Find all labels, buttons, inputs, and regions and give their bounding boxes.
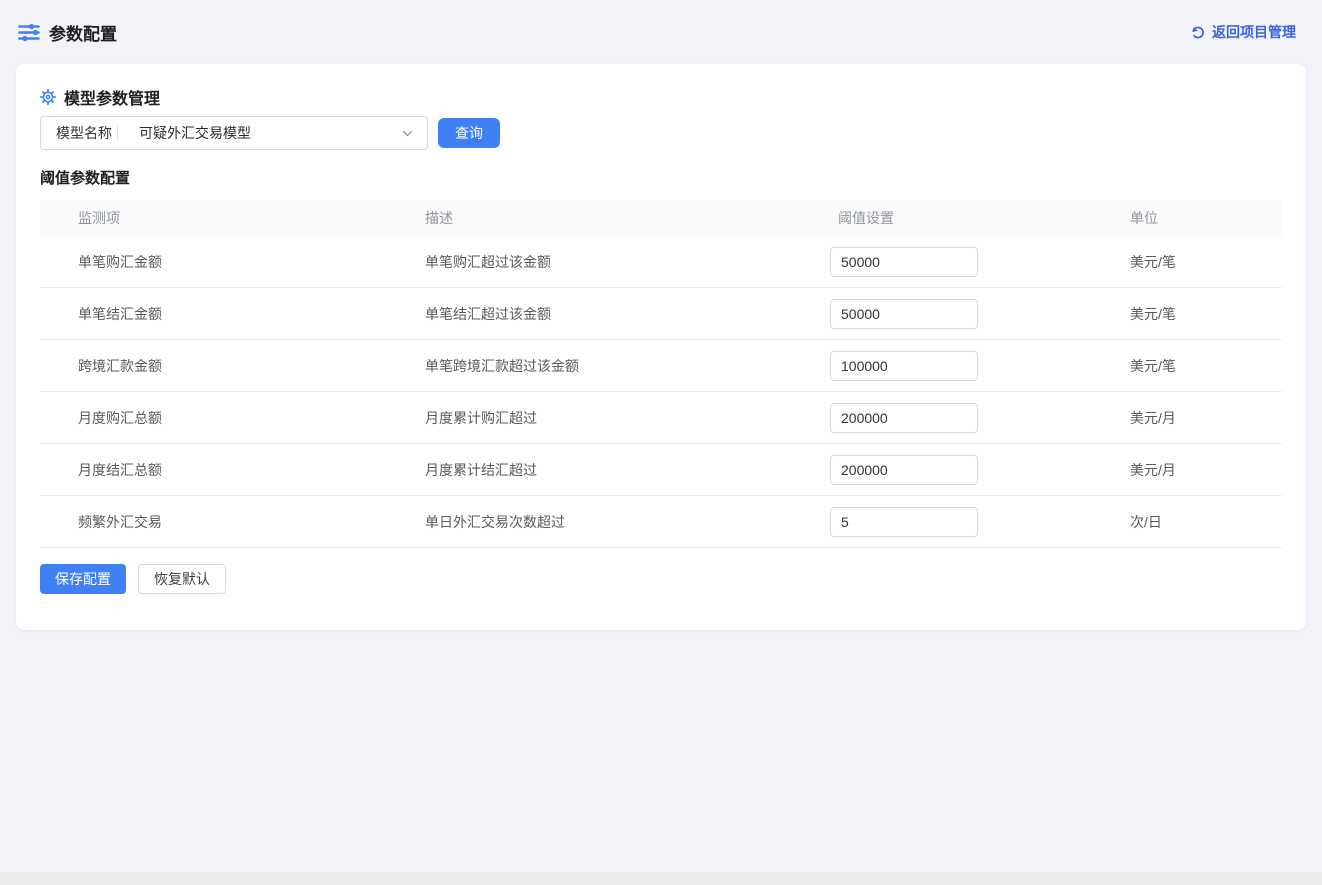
- description-cell: 单笔购汇超过该金额: [425, 252, 830, 272]
- monitor-item-cell: 单笔结汇金额: [40, 304, 425, 324]
- model-select-value: 可疑外汇交易模型: [139, 123, 401, 143]
- table-row: 月度购汇总额 月度累计购汇超过 美元/月: [40, 392, 1282, 444]
- table-row: 跨境汇款金额 单笔跨境汇款超过该金额 美元/笔: [40, 340, 1282, 392]
- threshold-input[interactable]: [830, 403, 978, 433]
- table-row: 月度结汇总额 月度累计结汇超过 美元/月: [40, 444, 1282, 496]
- table-row: 单笔购汇金额 单笔购汇超过该金额 美元/笔: [40, 236, 1282, 288]
- threshold-input[interactable]: [830, 299, 978, 329]
- description-cell: 单笔结汇超过该金额: [425, 304, 830, 324]
- back-link-label: 返回项目管理: [1212, 22, 1296, 42]
- unit-cell: 美元/笔: [1130, 356, 1282, 376]
- description-cell: 月度累计购汇超过: [425, 408, 830, 428]
- threshold-cell: [830, 507, 1130, 537]
- unit-cell: 次/日: [1130, 512, 1282, 532]
- threshold-section-title: 阈值参数配置: [40, 170, 1282, 188]
- col-header-monitor-item: 监测项: [40, 208, 425, 228]
- panel-title: 模型参数管理: [64, 85, 160, 109]
- back-icon: [1190, 25, 1205, 40]
- unit-cell: 美元/笔: [1130, 252, 1282, 272]
- page-header: 参数配置 返回项目管理: [0, 0, 1322, 64]
- threshold-input[interactable]: [830, 455, 978, 485]
- threshold-input[interactable]: [830, 351, 978, 381]
- query-button[interactable]: 查询: [438, 118, 500, 148]
- threshold-cell: [830, 351, 1130, 381]
- table-row: 单笔结汇金额 单笔结汇超过该金额 美元/笔: [40, 288, 1282, 340]
- threshold-cell: [830, 403, 1130, 433]
- description-cell: 单笔跨境汇款超过该金额: [425, 356, 830, 376]
- model-select-label: 模型名称: [56, 123, 112, 143]
- threshold-table: 监测项 描述 阈值设置 单位 单笔购汇金额 单笔购汇超过该金额 美元/笔 单笔结…: [40, 200, 1282, 548]
- page-bottom-edge: [0, 872, 1322, 885]
- config-panel: 模型参数管理 模型名称 可疑外汇交易模型 查询 阈值参数配置 监测项 描述 阈值…: [16, 64, 1306, 630]
- threshold-cell: [830, 455, 1130, 485]
- threshold-cell: [830, 247, 1130, 277]
- table-row: 频繁外汇交易 单日外汇交易次数超过 次/日: [40, 496, 1282, 548]
- chevron-down-icon: [401, 127, 414, 140]
- back-link[interactable]: 返回项目管理: [1190, 22, 1296, 42]
- unit-cell: 美元/月: [1130, 408, 1282, 428]
- monitor-item-cell: 单笔购汇金额: [40, 252, 425, 272]
- save-config-button[interactable]: 保存配置: [40, 564, 126, 594]
- gear-icon: [40, 89, 56, 105]
- threshold-input[interactable]: [830, 507, 978, 537]
- page-title: 参数配置: [49, 20, 117, 45]
- threshold-cell: [830, 299, 1130, 329]
- col-header-description: 描述: [425, 208, 830, 228]
- col-header-threshold: 阈值设置: [830, 208, 1130, 228]
- sliders-icon: [18, 23, 40, 42]
- select-divider: [117, 126, 118, 141]
- model-select[interactable]: 模型名称 可疑外汇交易模型: [40, 116, 428, 150]
- restore-default-button[interactable]: 恢复默认: [138, 564, 226, 594]
- description-cell: 单日外汇交易次数超过: [425, 512, 830, 532]
- threshold-input[interactable]: [830, 247, 978, 277]
- monitor-item-cell: 频繁外汇交易: [40, 512, 425, 532]
- monitor-item-cell: 月度结汇总额: [40, 460, 425, 480]
- col-header-unit: 单位: [1130, 208, 1282, 228]
- unit-cell: 美元/笔: [1130, 304, 1282, 324]
- unit-cell: 美元/月: [1130, 460, 1282, 480]
- threshold-table-body: 单笔购汇金额 单笔购汇超过该金额 美元/笔 单笔结汇金额 单笔结汇超过该金额 美…: [40, 236, 1282, 548]
- monitor-item-cell: 跨境汇款金额: [40, 356, 425, 376]
- description-cell: 月度累计结汇超过: [425, 460, 830, 480]
- monitor-item-cell: 月度购汇总额: [40, 408, 425, 428]
- table-header-row: 监测项 描述 阈值设置 单位: [40, 200, 1282, 236]
